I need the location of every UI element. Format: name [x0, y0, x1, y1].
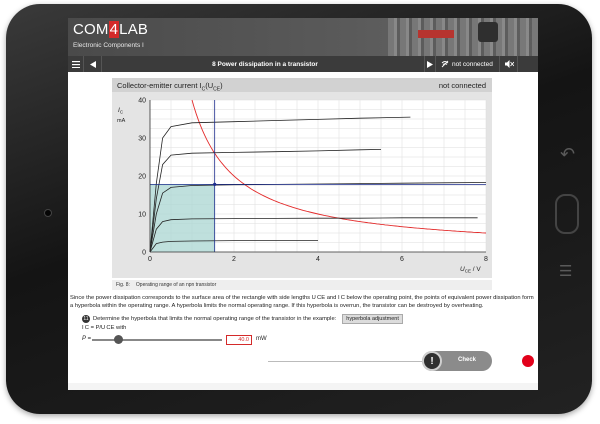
app-screen: COM4LAB Electronic Components I 8 Power … — [68, 18, 538, 390]
brand-logo: COM4LAB — [73, 21, 149, 38]
hyperbola-adjustment-button[interactable]: hyperbola adjustment — [342, 314, 403, 324]
course-title: Electronic Components I — [73, 42, 144, 49]
bottom-strip — [68, 383, 538, 390]
board-photo — [388, 18, 538, 56]
power-slider-track[interactable] — [92, 339, 222, 341]
y-tick-label: 20 — [138, 174, 146, 181]
mute-button[interactable] — [502, 56, 518, 72]
x-tick-label: 2 — [232, 256, 236, 263]
y-tick-label: 40 — [138, 98, 146, 105]
home-button[interactable] — [555, 194, 579, 234]
power-slider-handle[interactable] — [113, 335, 123, 344]
menu-button[interactable] — [68, 56, 84, 72]
y-axis-label: IC — [118, 107, 124, 115]
power-unit: mW — [256, 336, 267, 342]
menu-icon — [71, 60, 80, 68]
chart-header: Collector-emitter current IC(UCE) not co… — [112, 78, 492, 93]
operating-point-marker — [213, 182, 217, 186]
characteristic-curve-plot[interactable]: 0 2 4 6 8 0 10 20 30 40 IC mA UCE / V — [112, 92, 492, 278]
check-button[interactable]: ! Check — [422, 351, 492, 371]
brand-bar: COM4LAB Electronic Components I — [68, 18, 538, 56]
explanation-text: Since the power dissipation corresponds … — [70, 295, 534, 310]
chart-panel: Collector-emitter current IC(UCE) not co… — [112, 78, 492, 278]
x-tick-label: 4 — [316, 256, 320, 263]
recent-apps-icon[interactable]: ☰ — [559, 262, 572, 280]
previous-page-button[interactable] — [84, 56, 102, 72]
exclamation-icon: ! — [422, 351, 442, 371]
power-label: P = — [82, 336, 91, 342]
x-tick-label: 8 — [484, 256, 488, 263]
triangle-left-icon — [89, 60, 96, 68]
task-number: 11 — [82, 315, 90, 323]
check-label: Check — [458, 357, 477, 363]
x-axis-label: UCE / V — [460, 266, 481, 274]
connection-status[interactable]: not connected — [438, 56, 500, 72]
status-indicator — [522, 355, 534, 367]
power-value-field[interactable]: 40.0 — [226, 335, 252, 345]
figure-caption: Fig. 8: Operating range of an npn transis… — [112, 280, 492, 290]
connection-label: not connected — [452, 60, 493, 68]
chart-title: Collector-emitter current IC(UCE) — [117, 81, 223, 93]
y-tick-label: 30 — [138, 136, 146, 143]
page-title: 8 Power dissipation in a transistor — [212, 60, 318, 68]
x-tick-label: 0 — [148, 256, 152, 263]
front-camera — [44, 209, 52, 217]
progress-line — [268, 361, 428, 362]
y-axis-unit: mA — [117, 118, 126, 124]
y-tick-label: 10 — [138, 212, 146, 219]
task-row: 11 Determine the hyperbola that limits t… — [82, 314, 403, 324]
y-tick-label: 0 — [142, 250, 146, 257]
speaker-muted-icon — [505, 60, 514, 68]
chart-connection-status: not connected — [438, 81, 486, 90]
power-area-rectangle — [150, 184, 215, 252]
hyperbola-formula: I C = P/U CE with — [82, 325, 127, 331]
next-page-button[interactable] — [424, 56, 436, 72]
back-button-icon[interactable]: ↶ — [560, 144, 575, 165]
no-connection-icon — [441, 60, 449, 68]
navigation-bar: 8 Power dissipation in a transistor not … — [68, 56, 538, 72]
device-frame: ↶ ☰ COM4LAB Electronic Components I 8 Po… — [0, 0, 600, 424]
triangle-right-icon — [427, 60, 433, 68]
power-control: P = 40.0 mW — [82, 335, 322, 345]
x-tick-label: 6 — [400, 256, 404, 263]
task-text: Determine the hyperbola that limits the … — [93, 316, 337, 322]
